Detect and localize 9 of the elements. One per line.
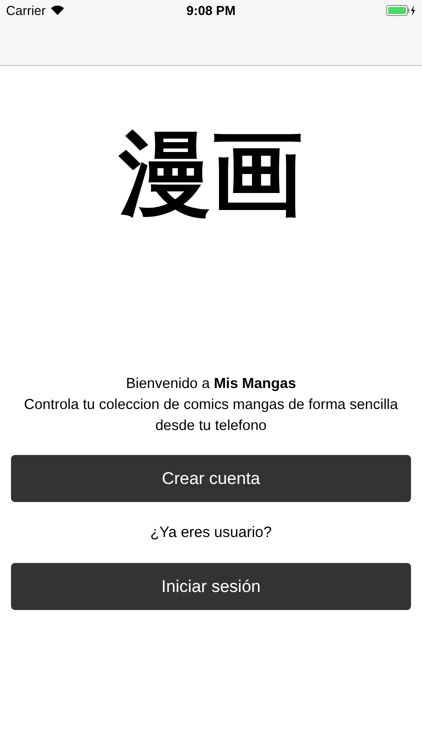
logo-text: 漫画 [119,128,303,220]
welcome-text: Bienvenido a Mis Mangas Controla tu coleccion de comics mangas de forma sencilla desde tu telefono [23,375,399,436]
wifi-icon [50,5,64,15]
battery-icon [386,4,416,16]
create-account-button[interactable]: Crear cuenta [11,455,411,502]
carrier-name: Carrier [6,2,46,18]
sign-in-button[interactable]: Iniciar sesión [11,563,411,610]
clock-time: 9:08 PM [186,3,236,18]
prompt-text: ¿Ya eres usuario? [150,524,272,541]
